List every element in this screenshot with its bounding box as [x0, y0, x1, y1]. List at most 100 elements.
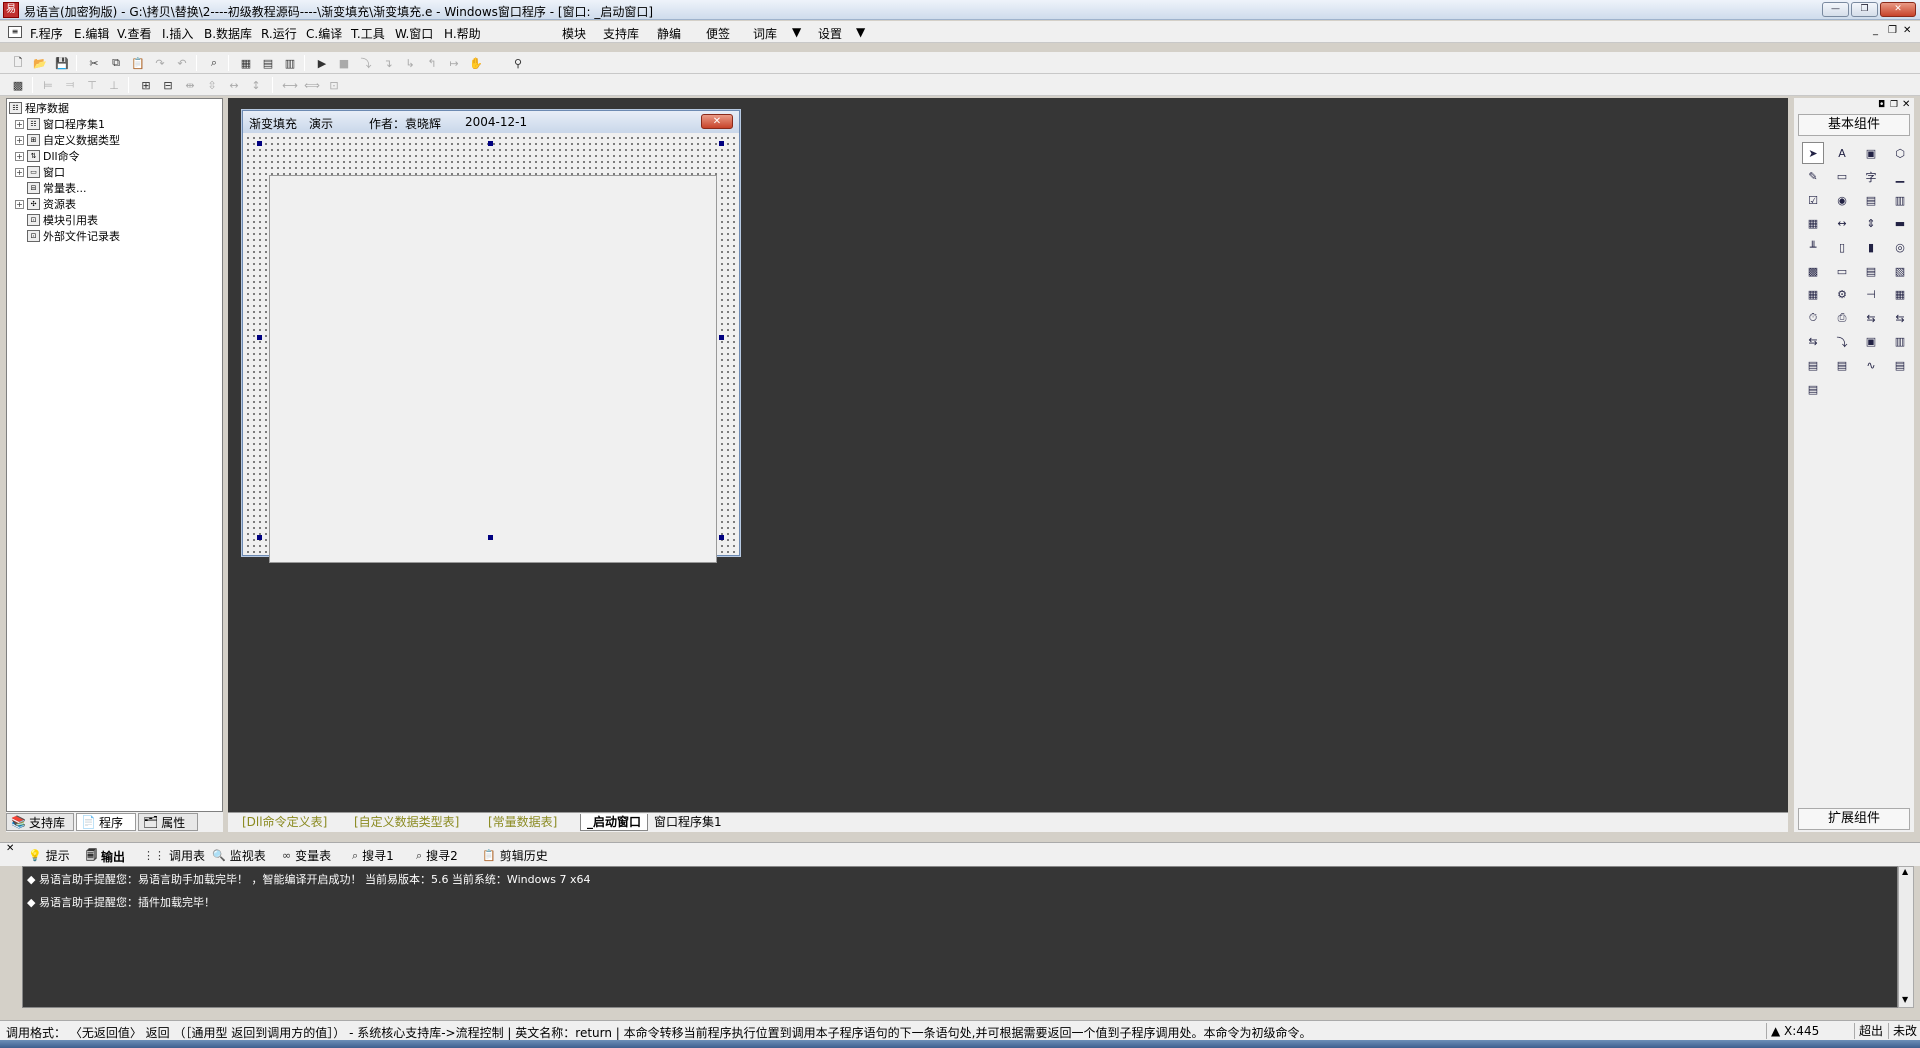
output-panel[interactable]: ◆ 易语言助手提醒您：易语言助手加载完毕！ ，智能编译开启成功！ 当前易版本：5… [22, 866, 1898, 1008]
checkbox-icon[interactable]: ☑ [1802, 189, 1824, 211]
animation-icon[interactable]: ◎ [1889, 236, 1911, 258]
frame-icon[interactable]: ▣ [1860, 331, 1882, 353]
pointer-icon[interactable]: ➤ [1802, 142, 1824, 164]
tab-search2[interactable]: ⌕ 搜寻2 [416, 847, 458, 864]
step-into-icon[interactable]: ↴ [380, 55, 396, 71]
tab-variable-table[interactable]: ∞ 变量表 [282, 847, 331, 864]
form-design-grid[interactable] [245, 135, 737, 563]
copy-icon[interactable]: ⧉ [108, 55, 124, 71]
undo-icon[interactable]: ↶ [174, 55, 190, 71]
mdi-restore-icon[interactable]: ❐ [1888, 25, 1897, 36]
picture-box-component[interactable] [269, 175, 717, 563]
tab-clip-history[interactable]: 📋 剪辑历史 [482, 847, 548, 864]
text-icon[interactable]: 字 [1860, 166, 1882, 188]
rich-edit-icon[interactable]: ▧ [1889, 260, 1911, 282]
tab-call-table[interactable]: ⋮⋮ 调用表 [143, 847, 205, 864]
file-list-icon[interactable]: ▦ [1889, 284, 1911, 306]
run-to-cursor-icon[interactable]: ↦ [446, 55, 462, 71]
progress-icon[interactable]: ▬ [1889, 213, 1911, 235]
tree-item[interactable]: + ⊞ 自定义数据类型 [15, 132, 120, 148]
document-icon[interactable]: ≡ [8, 26, 22, 38]
close-icon[interactable]: ✕ [1902, 99, 1910, 110]
tree-item[interactable]: + ▭ 窗口 [15, 164, 65, 180]
expand-toggle-icon[interactable]: + [15, 167, 24, 177]
chevron-down-icon[interactable]: ▼ [792, 25, 801, 39]
menu-database[interactable]: B.数据库 [204, 25, 252, 42]
basic-components-header[interactable]: 基本组件 [1798, 114, 1910, 136]
tab-program[interactable]: 📄 程序 [76, 813, 136, 831]
tab-search1[interactable]: ⌕ 搜寻1 [352, 847, 394, 864]
vscroll-icon[interactable]: ⇕ [1860, 213, 1882, 235]
port-icon[interactable]: ⤵ [1831, 331, 1853, 353]
shape-icon[interactable]: ⬡ [1889, 142, 1911, 164]
tab-constant-table[interactable]: [常量数据表] [482, 814, 563, 831]
radio-icon[interactable]: ◉ [1831, 189, 1853, 211]
resize-handle[interactable] [257, 141, 262, 146]
hand-icon[interactable]: ✋ [468, 55, 484, 71]
extended-components-header[interactable]: 扩展组件 [1798, 808, 1910, 830]
expand-toggle-icon[interactable]: + [15, 119, 24, 129]
equal-width-icon[interactable]: ⟷ [282, 77, 298, 93]
tab-watch-table[interactable]: 🔍 监视表 [212, 847, 266, 864]
menu-window[interactable]: W.窗口 [395, 25, 433, 42]
table-icon[interactable]: ▦ [1802, 213, 1824, 235]
scroll-up-icon[interactable]: ▲ [1902, 867, 1908, 876]
chevron-down-icon[interactable]: ▼ [856, 25, 865, 39]
menu-view[interactable]: V.查看 [117, 25, 151, 42]
picture-icon[interactable]: ▣ [1860, 142, 1882, 164]
expand-toggle-icon[interactable]: + [15, 135, 24, 145]
space-vertical-icon[interactable]: ↕ [248, 77, 264, 93]
label-icon[interactable]: A [1831, 142, 1853, 164]
tree-item[interactable]: + ⇅ Dll命令 [15, 148, 80, 164]
socket-icon[interactable]: ⇆ [1860, 307, 1882, 329]
resize-handle[interactable] [719, 335, 724, 340]
form-title-bar[interactable]: 渐变填充 演示 作者：袁晓辉 2004-12-1 ✕ [243, 111, 739, 133]
tab-output[interactable]: 🗐 输出 [86, 847, 125, 866]
minimize-button[interactable]: — [1822, 2, 1849, 17]
menu-support-lib[interactable]: 支持库 [603, 25, 639, 42]
menu-notes[interactable]: 便签 [706, 25, 730, 42]
run-icon[interactable]: ▶ [314, 55, 330, 71]
equal-size-icon[interactable]: ⊡ [326, 77, 342, 93]
resize-handle[interactable] [257, 335, 262, 340]
menu-static-compile[interactable]: 静编 [657, 25, 681, 42]
panel-icon[interactable]: ▮ [1860, 236, 1882, 258]
slider-icon[interactable]: ╨ [1802, 236, 1824, 258]
resize-handle[interactable] [488, 535, 493, 540]
tree-item[interactable]: + ☷ 窗口程序集1 [15, 116, 105, 132]
printer-icon[interactable]: ⎙ [1831, 307, 1853, 329]
cut-icon[interactable]: ✂ [86, 55, 102, 71]
tab-hint[interactable]: 💡 提示 [28, 847, 70, 864]
button-icon[interactable]: ▭ [1831, 166, 1853, 188]
close-icon[interactable]: ✕ [701, 114, 733, 129]
db-icon[interactable]: ▤ [1831, 354, 1853, 376]
step-over-icon[interactable]: ↳ [402, 55, 418, 71]
tab-dll-table[interactable]: [Dll命令定义表] [236, 814, 333, 831]
tab-support-lib[interactable]: 📚 支持库 [6, 813, 74, 831]
tree-item[interactable]: ⊡ 模块引用表 [15, 212, 98, 228]
menu-dictionary[interactable]: 词库 [753, 25, 777, 42]
image-list-icon[interactable]: ▤ [1860, 260, 1882, 282]
tree-item[interactable]: ☷ 程序数据 [9, 100, 69, 116]
chart-icon[interactable]: ∿ [1860, 354, 1882, 376]
tab-icon[interactable]: ▯ [1831, 236, 1853, 258]
tab-properties[interactable]: 🗂 属性 [138, 813, 198, 831]
find-icon[interactable]: ⌕ [206, 55, 222, 71]
server-icon[interactable]: ⇆ [1802, 331, 1824, 353]
group-box-icon[interactable]: ▤ [1860, 189, 1882, 211]
space-horizontal-icon[interactable]: ↔ [226, 77, 242, 93]
calendar-icon[interactable]: ▩ [1802, 260, 1824, 282]
menu-module[interactable]: 模块 [562, 25, 586, 42]
window-view-icon[interactable]: ▤ [260, 55, 276, 71]
tab-window-assembly[interactable]: 窗口程序集1 [648, 814, 728, 831]
tree-icon[interactable]: ▤ [1802, 354, 1824, 376]
expand-toggle-icon[interactable]: + [15, 199, 24, 209]
menu-run[interactable]: R.运行 [261, 25, 297, 42]
stop-icon[interactable]: ■ [336, 55, 352, 71]
driver-icon[interactable]: ⚙ [1831, 284, 1853, 306]
line-icon[interactable]: ▁ [1889, 166, 1911, 188]
center-horizontal-icon[interactable]: ⊞ [138, 77, 154, 93]
tree-item[interactable]: ⊟ 常量表... [15, 180, 87, 196]
menu-settings[interactable]: 设置 [818, 25, 842, 42]
same-height-icon[interactable]: ⇳ [204, 77, 220, 93]
